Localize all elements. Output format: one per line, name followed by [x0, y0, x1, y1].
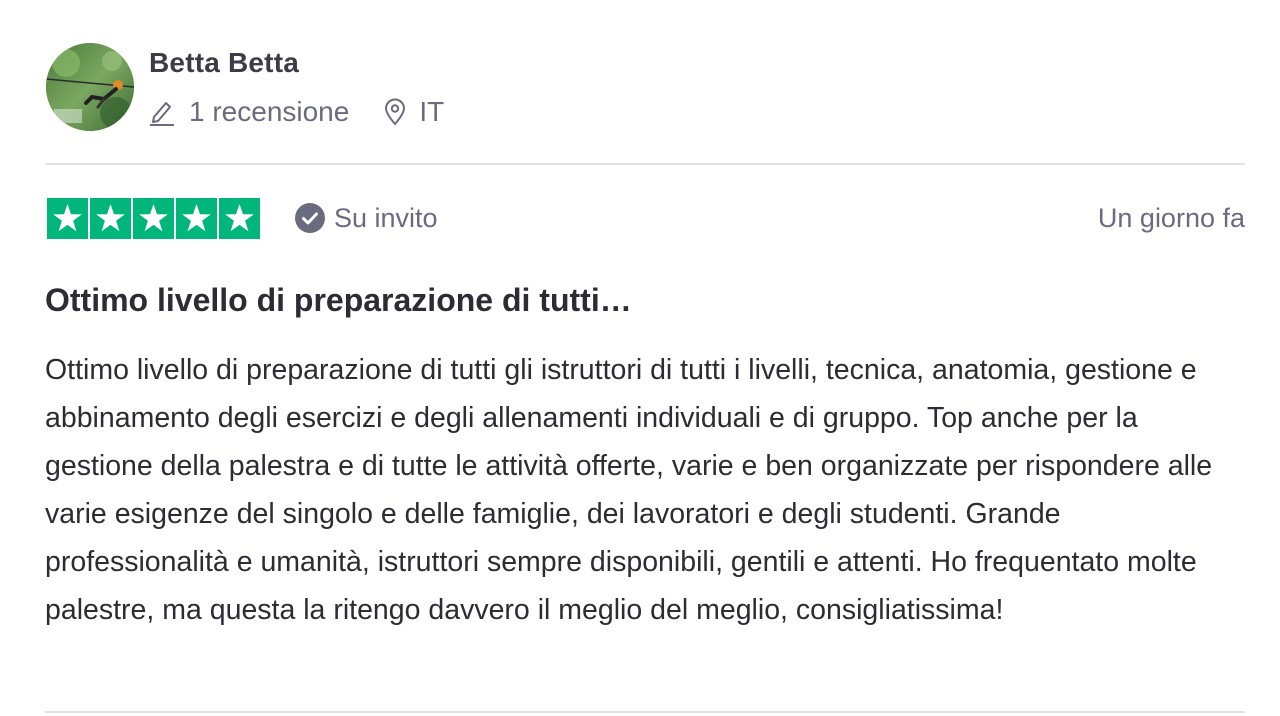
star-icon — [176, 198, 217, 239]
star-icon — [133, 198, 174, 239]
invite-label: Su invito — [334, 202, 438, 233]
divider — [45, 163, 1245, 165]
invite-badge[interactable]: Su invito — [294, 200, 438, 236]
review-date: Un giorno fa — [1097, 202, 1245, 233]
review-body: Ottimo livello di preparazione di tutti … — [45, 354, 1213, 626]
location-pin-icon — [383, 98, 407, 126]
star-icon — [90, 198, 131, 239]
reviews-count: 1 recensione — [189, 96, 350, 127]
reviewer-country: IT — [419, 96, 445, 127]
divider — [45, 711, 1245, 713]
star-icon — [219, 198, 260, 239]
reviewer-name[interactable]: Betta Betta — [149, 47, 299, 79]
pencil-icon — [149, 98, 175, 126]
reviewer-meta: 1 recensione IT — [149, 94, 444, 130]
review-title[interactable]: Ottimo livello di preparazione di tutti… — [45, 282, 632, 319]
star-rating — [47, 198, 260, 239]
star-icon — [47, 198, 88, 239]
review-card: Betta Betta 1 recensione IT Su invito Un… — [45, 0, 1245, 716]
check-badge-icon — [294, 202, 326, 234]
reviewer-avatar[interactable] — [46, 43, 134, 131]
